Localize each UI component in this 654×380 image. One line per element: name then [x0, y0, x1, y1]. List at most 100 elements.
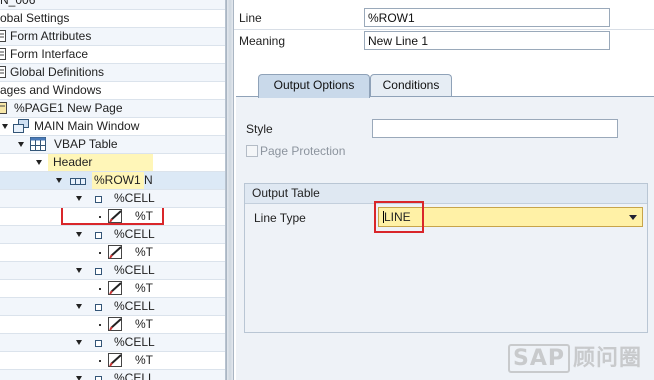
tree-row-label: obal Settings	[0, 11, 70, 25]
tree-row-label: %ROW1 N	[92, 172, 153, 189]
expand-arrow-icon[interactable]	[76, 340, 82, 345]
tree-row-form-interface[interactable]: Form Interface	[0, 46, 225, 64]
tree-row-text[interactable]: %T	[0, 208, 225, 226]
watermark: SAP 顾问圈	[508, 340, 643, 373]
expand-arrow-icon[interactable]	[36, 160, 42, 165]
tree-row-label: %T	[135, 281, 153, 295]
style-field[interactable]	[372, 119, 618, 138]
form-interface-icon	[0, 47, 6, 63]
expand-arrow-icon[interactable]	[18, 142, 24, 147]
chevron-down-icon[interactable]	[629, 215, 637, 220]
style-label: Style	[246, 122, 273, 136]
text-icon	[108, 281, 124, 297]
tab-strip: Output Options Conditions Style Page Pro…	[236, 74, 654, 380]
page-protection-checkbox[interactable]	[246, 145, 258, 157]
meaning-field[interactable]	[364, 31, 610, 50]
tree-row-label: Form Attributes	[10, 29, 92, 43]
text-icon	[108, 317, 124, 333]
expand-arrow-icon[interactable]	[76, 232, 82, 237]
tree-row-global-settings[interactable]: obal Settings	[0, 10, 225, 28]
row-icon	[70, 175, 86, 189]
leaf-dot-icon	[99, 288, 101, 290]
leaf-dot-icon	[99, 324, 101, 326]
tree-row-label: Form Interface	[10, 47, 89, 61]
tree-panel: N_006 obal Settings Form Attributes Form…	[0, 0, 226, 380]
tree-row-pages-and-windows[interactable]: ages and Windows	[0, 82, 225, 100]
line-label: Line	[239, 11, 262, 25]
line-field[interactable]	[364, 8, 610, 27]
expand-arrow-icon[interactable]	[76, 376, 82, 380]
tree-row-label: MAIN Main Window	[34, 119, 140, 133]
text-icon	[108, 245, 124, 261]
tree-row-global-definitions[interactable]: Global Definitions	[0, 64, 225, 82]
tree-row-label: VBAP Table	[54, 137, 118, 151]
tree-row-cell[interactable]: %CELL	[0, 262, 225, 280]
tab-conditions[interactable]: Conditions	[370, 74, 452, 97]
tree-row-page1[interactable]: %PAGE1 New Page	[0, 100, 225, 118]
tree-row-header[interactable]: Header	[0, 154, 225, 172]
cell-icon	[95, 264, 103, 279]
line-type-dropdown[interactable]: LINE	[378, 207, 643, 227]
form-attributes-icon	[0, 29, 6, 45]
tree-row-vbap-table[interactable]: VBAP Table	[0, 136, 225, 154]
tree-row-label: %T	[135, 317, 153, 331]
tree-row-text[interactable]: %T	[0, 244, 225, 262]
watermark-brand: SAP	[508, 344, 570, 373]
tree-row-cell[interactable]: %CELL	[0, 226, 225, 244]
tree-row-form-name[interactable]: N_006	[0, 0, 225, 10]
cell-icon	[95, 372, 103, 380]
window-icon	[13, 119, 29, 135]
cell-icon	[95, 336, 103, 351]
output-table-title: Output Table	[245, 184, 647, 204]
cell-icon	[95, 228, 103, 243]
table-icon	[30, 137, 46, 153]
expand-arrow-icon[interactable]	[76, 268, 82, 273]
leaf-dot-icon	[99, 252, 101, 254]
tree-row-cell[interactable]: %CELL	[0, 190, 225, 208]
expand-arrow-icon[interactable]	[56, 178, 62, 183]
output-table-group: Output Table Line Type LINE	[244, 183, 648, 333]
cell-icon	[95, 192, 103, 207]
tree-row-label: Global Definitions	[10, 65, 105, 79]
page-icon	[0, 101, 8, 117]
tree-row-label: %T	[135, 209, 153, 223]
text-icon	[108, 353, 124, 369]
expand-arrow-icon[interactable]	[76, 304, 82, 309]
tree-row-label: N_006	[0, 0, 36, 7]
tree-row-label: %CELL	[114, 191, 155, 205]
tree-row-form-attributes[interactable]: Form Attributes	[0, 28, 225, 46]
expand-arrow-icon[interactable]	[2, 124, 8, 129]
watermark-text: 顾问圈	[573, 346, 643, 371]
cell-icon	[95, 300, 103, 315]
tree-row-label: %CELL	[114, 227, 155, 241]
line-type-label: Line Type	[254, 211, 306, 225]
meaning-label: Meaning	[239, 34, 286, 48]
tree-row-row1[interactable]: %ROW1 N	[0, 172, 225, 190]
tree-row-label: %CELL	[114, 335, 155, 349]
tree-row-cell[interactable]: %CELL	[0, 334, 225, 352]
tab-output-options[interactable]: Output Options	[258, 74, 370, 98]
tree-row-label: %PAGE1 New Page	[14, 101, 123, 115]
page-protection-label: Page Protection	[260, 144, 346, 158]
tree-row-label: %CELL	[114, 263, 155, 277]
line-type-value: LINE	[384, 210, 411, 224]
text-icon	[108, 209, 124, 225]
leaf-dot-icon	[99, 360, 101, 362]
tree-row-label: %CELL	[114, 371, 155, 380]
global-definitions-icon	[0, 65, 6, 81]
detail-panel: Line Meaning Output Options Conditions S…	[234, 0, 654, 380]
tree-row-main-window[interactable]: MAIN Main Window	[0, 118, 225, 136]
divider	[234, 29, 654, 30]
tree-row-text[interactable]: %T	[0, 280, 225, 298]
tree-row-text[interactable]: %T	[0, 352, 225, 370]
tab-content-output-options: Style Page Protection Output Table Line …	[236, 96, 654, 380]
tree-row-label: %CELL	[114, 299, 155, 313]
tree-row-text[interactable]: %T	[0, 316, 225, 334]
panel-splitter[interactable]	[226, 0, 234, 380]
leaf-dot-icon	[99, 216, 101, 218]
tree-row-cell[interactable]: %CELL	[0, 370, 225, 380]
tree-row-label: %T	[135, 353, 153, 367]
expand-arrow-icon[interactable]	[76, 196, 82, 201]
tree-row-label: %T	[135, 245, 153, 259]
tree-row-cell[interactable]: %CELL	[0, 298, 225, 316]
